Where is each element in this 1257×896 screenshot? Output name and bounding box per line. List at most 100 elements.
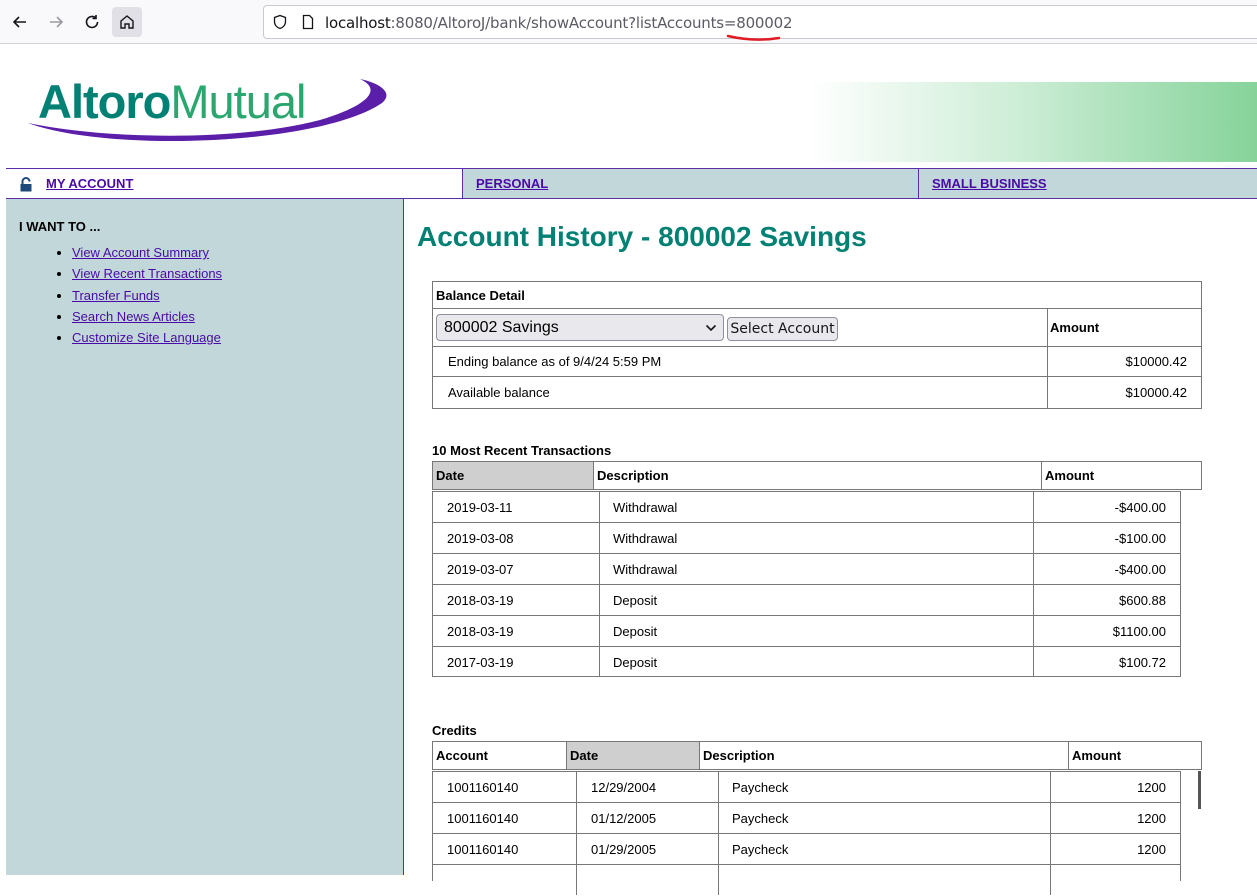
credit-date: 12/29/2004: [577, 772, 719, 802]
ending-balance-amount: $10000.42: [1125, 353, 1187, 369]
credit-date: [577, 865, 719, 895]
account-select[interactable]: 800002 Savings: [436, 314, 724, 341]
header-gradient: [808, 82, 1257, 162]
column-header-amount[interactable]: Amount: [1042, 462, 1201, 489]
forward-button[interactable]: [41, 7, 71, 37]
tab-my-account-link[interactable]: MY ACCOUNT: [46, 176, 133, 191]
credits-label: Credits: [432, 723, 477, 738]
available-balance-amount: $10000.42: [1125, 385, 1187, 400]
table-row: 2019-03-11 Withdrawal -$400.00: [433, 492, 1180, 523]
shield-icon[interactable]: [272, 14, 288, 30]
transaction-amount: -$100.00: [1114, 530, 1166, 546]
arrow-right-icon: [50, 16, 64, 28]
ending-balance-label: Ending balance as of 9/4/24 5:59 PM: [448, 353, 662, 369]
red-annotation-underline: [726, 34, 781, 41]
credit-account: 1001160140: [433, 772, 577, 802]
url-path: :8080/AltoroJ/bank/showAccount?listAccou…: [390, 14, 793, 32]
column-header-date[interactable]: Date: [433, 462, 594, 489]
sidebar-menu: View Account Summary View Recent Transac…: [72, 242, 222, 348]
transaction-date: 2018-03-19: [433, 616, 600, 646]
credit-account: 1001160140: [433, 803, 577, 833]
sidebar-item-search-news: Search News Articles: [72, 306, 222, 327]
credit-account: 1001160140: [433, 834, 577, 864]
transaction-date: 2017-03-19: [433, 647, 600, 677]
tab-personal-link[interactable]: PERSONAL: [476, 176, 548, 191]
tab-personal[interactable]: PERSONAL: [462, 169, 918, 198]
recent-transactions-table: 2019-03-11 Withdrawal -$400.00 2019-03-0…: [432, 491, 1181, 677]
chevron-down-icon: [705, 324, 717, 332]
credit-amount: 1200: [1137, 841, 1166, 857]
transaction-description: Deposit: [600, 647, 1034, 677]
recent-transactions-label: 10 Most Recent Transactions: [432, 443, 612, 458]
credits-table: 1001160140 12/29/2004 Paycheck 1200 1001…: [432, 771, 1181, 895]
transaction-amount: $600.88: [1119, 592, 1166, 608]
column-header-amount[interactable]: Amount: [1069, 742, 1201, 769]
credit-description: [719, 865, 1051, 895]
recent-transactions-header: Date Description Amount: [432, 461, 1202, 490]
credit-amount: 1200: [1137, 779, 1166, 795]
sidebar: I WANT TO ... View Account Summary View …: [6, 199, 404, 875]
logo-text-bold: Altoro: [38, 75, 171, 128]
column-header-date[interactable]: Date: [567, 742, 700, 769]
column-header-description[interactable]: Description: [700, 742, 1069, 769]
credit-description: Paycheck: [719, 834, 1051, 864]
table-row: 1001160140 12/29/2004 Paycheck 1200: [433, 772, 1180, 803]
transaction-date: 2019-03-11: [433, 492, 600, 522]
home-button[interactable]: [112, 7, 142, 37]
lock-icon: [20, 177, 32, 192]
browser-toolbar: localhost:8080/AltoroJ/bank/showAccount?…: [0, 0, 1257, 44]
table-row: 2018-03-19 Deposit $600.88: [433, 585, 1180, 616]
transaction-description: Deposit: [600, 616, 1034, 646]
credit-description: Paycheck: [719, 772, 1051, 802]
transaction-amount: -$400.00: [1114, 561, 1166, 577]
table-row: 1001160140 01/12/2005 Paycheck 1200: [433, 803, 1180, 834]
transaction-description: Withdrawal: [600, 492, 1034, 522]
customize-site-language-link[interactable]: Customize Site Language: [72, 330, 221, 345]
column-header-description[interactable]: Description: [594, 462, 1042, 489]
logo-text-light: Mutual: [170, 75, 306, 128]
transaction-date: 2018-03-19: [433, 585, 600, 615]
credit-account: [433, 865, 577, 895]
credit-date: 01/12/2005: [577, 803, 719, 833]
tab-my-account[interactable]: MY ACCOUNT: [6, 169, 462, 198]
credit-description: Paycheck: [719, 803, 1051, 833]
credit-date: 01/29/2005: [577, 834, 719, 864]
credits-scrollbar[interactable]: [1198, 771, 1201, 809]
available-balance-label: Available balance: [448, 385, 550, 400]
home-icon: [120, 15, 134, 29]
credits-header: Account Date Description Amount: [432, 741, 1202, 770]
column-header-account[interactable]: Account: [433, 742, 567, 769]
reload-button[interactable]: [77, 7, 107, 37]
sidebar-item-customize-language: Customize Site Language: [72, 327, 222, 348]
transaction-date: 2019-03-07: [433, 554, 600, 584]
url-text: localhost:8080/AltoroJ/bank/showAccount?…: [325, 14, 793, 32]
page-title: Account History - 800002 Savings: [417, 221, 867, 252]
url-host: localhost: [325, 14, 391, 32]
page-icon[interactable]: [300, 14, 316, 30]
table-row: 2019-03-08 Withdrawal -$100.00: [433, 523, 1180, 554]
sidebar-item-view-recent-transactions: View Recent Transactions: [72, 263, 222, 284]
transaction-amount: $100.72: [1119, 654, 1166, 670]
search-news-articles-link[interactable]: Search News Articles: [72, 309, 195, 324]
view-recent-transactions-link[interactable]: View Recent Transactions: [72, 266, 222, 281]
table-row: 2018-03-19 Deposit $1100.00: [433, 616, 1180, 647]
select-account-button[interactable]: Select Account: [727, 317, 838, 341]
transaction-amount: $1100.00: [1112, 623, 1166, 639]
tab-small-business[interactable]: SMALL BUSINESS: [918, 169, 1257, 198]
table-row: [433, 865, 1180, 896]
tab-small-business-link[interactable]: SMALL BUSINESS: [932, 176, 1047, 191]
altoro-logo[interactable]: AltoroMutual: [20, 65, 392, 150]
back-button[interactable]: [5, 7, 35, 37]
transaction-description: Deposit: [600, 585, 1034, 615]
transaction-date: 2019-03-08: [433, 523, 600, 553]
transfer-funds-link[interactable]: Transfer Funds: [72, 288, 160, 303]
transaction-amount: -$400.00: [1114, 499, 1166, 515]
view-account-summary-link[interactable]: View Account Summary: [72, 245, 209, 260]
table-row: 2017-03-19 Deposit $100.72: [433, 647, 1180, 678]
reload-icon: [85, 15, 99, 29]
credit-amount: 1200: [1137, 810, 1166, 826]
table-row: 1001160140 01/29/2005 Paycheck 1200: [433, 834, 1180, 865]
balance-detail-table: Balance Detail 800002 Savings Select Acc…: [432, 281, 1202, 409]
table-row: 2019-03-07 Withdrawal -$400.00: [433, 554, 1180, 585]
balance-amount-header: Amount: [1050, 319, 1100, 335]
